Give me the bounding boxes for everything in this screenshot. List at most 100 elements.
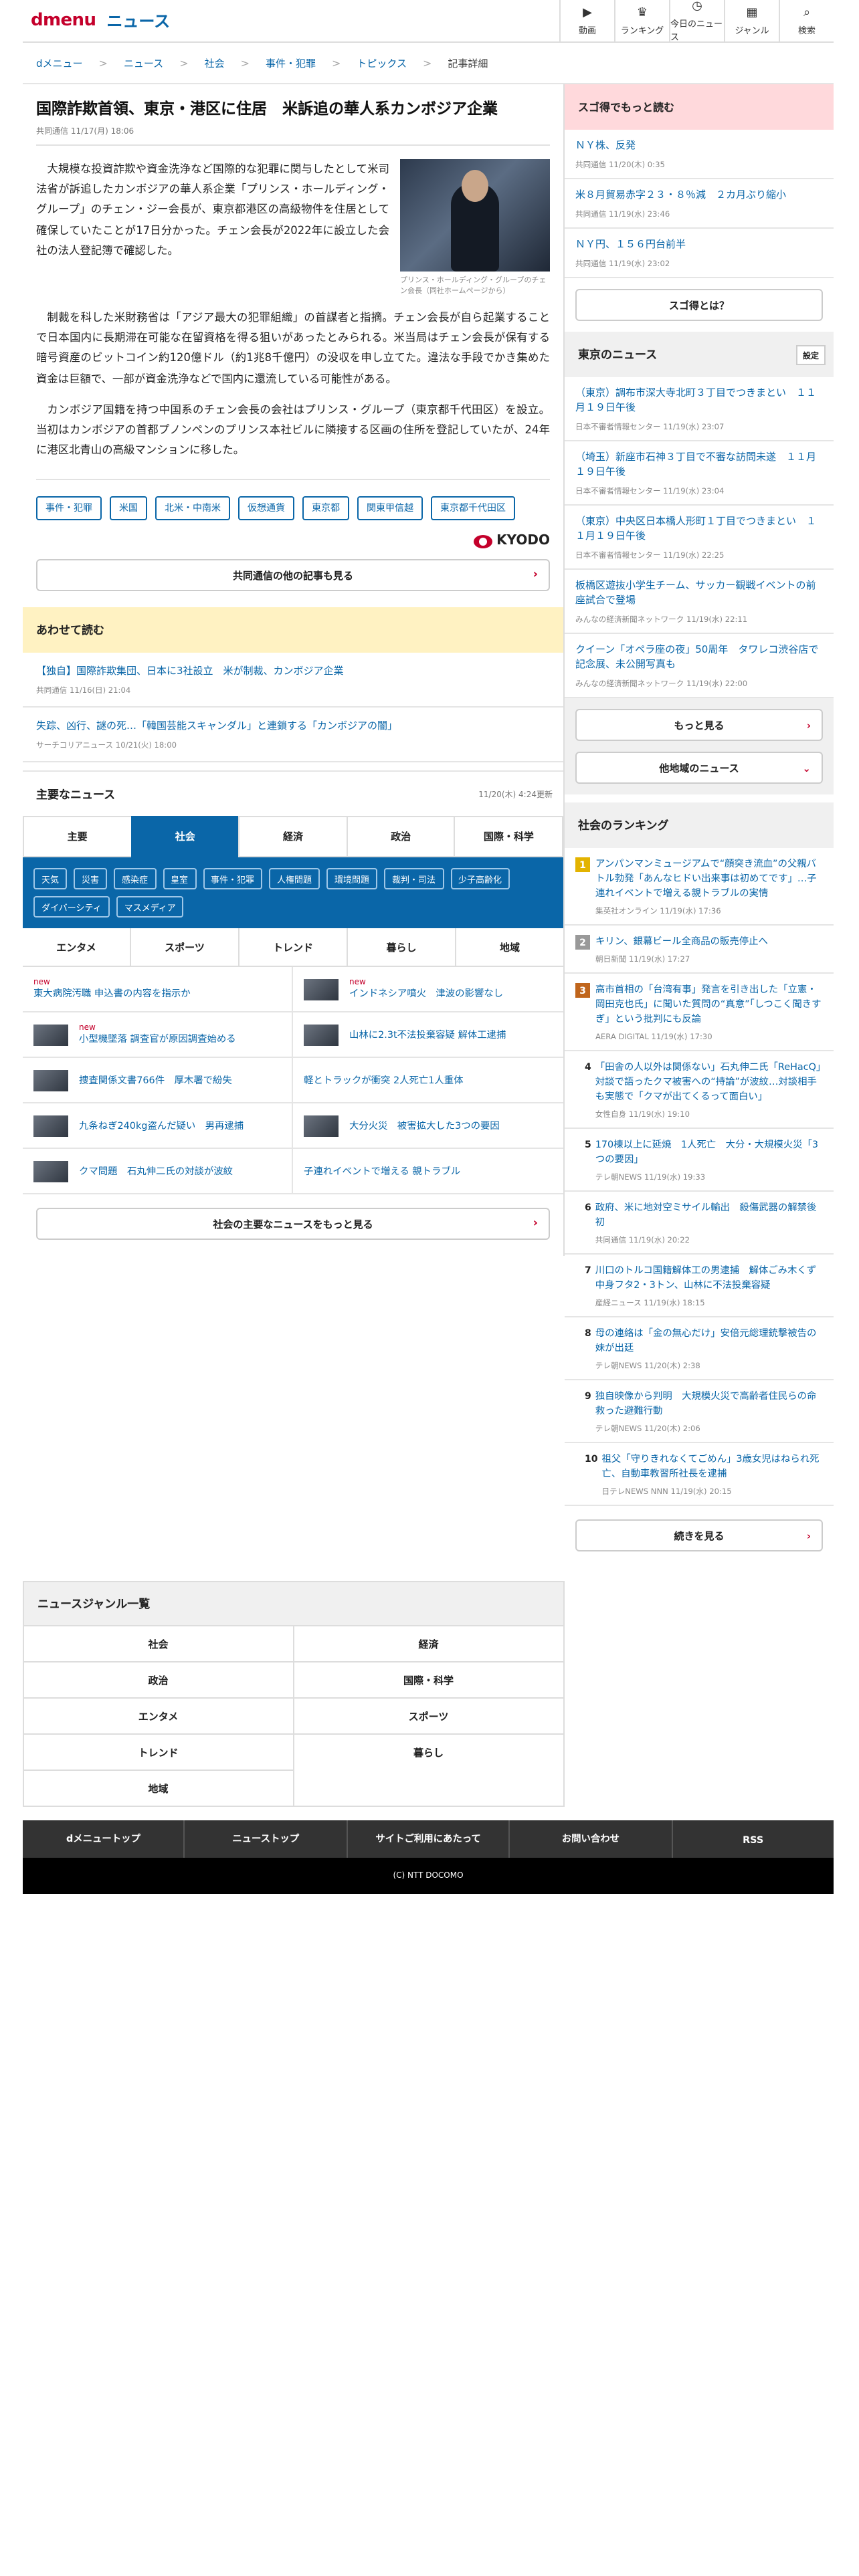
tag[interactable]: 米国 [110, 496, 147, 521]
news-link[interactable]: 九条ねぎ240kg盗んだ疑い 男再逮捕 [79, 1119, 244, 1133]
news-thumbnail[interactable] [33, 1024, 68, 1046]
related-title[interactable]: 失踪、凶行、謎の死…「韓国芸能スキャンダル」と連鎖する「カンボジアの闇」 [36, 719, 550, 734]
tag[interactable]: 東京都千代田区 [431, 496, 515, 521]
ranking-title[interactable]: 川口のトルコ国籍解体工の男逮捕 解体ごみ木くず中身フタ2・3トン、山林に不法投棄… [595, 1263, 823, 1292]
sub-tag[interactable]: 少子高齢化 [450, 868, 510, 890]
news-cell[interactable]: 捜査関係文書766件 厚木署で紛失 [23, 1058, 293, 1104]
sub-tag[interactable]: 環境問題 [326, 868, 377, 890]
news-thumbnail[interactable] [33, 1069, 68, 1091]
tab-society[interactable]: 社会 [130, 816, 239, 858]
news-title[interactable]: 子連れイベントで増える 親トラブル [304, 1165, 460, 1177]
nav-search[interactable]: ⌕ 検索 [779, 0, 834, 42]
tokyo-item[interactable]: 板橋区遊抜小学生チーム、サッカー観戦イベントの前座試合で登場 みんなの経済新聞ネッ… [565, 570, 834, 634]
sub-tag[interactable]: ダイバーシティ [33, 896, 110, 918]
tokyo-settings-button[interactable]: 設定 [795, 344, 826, 364]
sub-tag[interactable]: 災害 [74, 868, 107, 890]
provider-logo[interactable]: KYODO [36, 534, 550, 549]
ranking-title[interactable]: 祖父「守りきれなくてごめん」3歳女児はねられ死亡、自動車教習所社長を逮捕 [602, 1451, 824, 1481]
genre-link[interactable]: 社会 [24, 1625, 294, 1661]
nav-ranking[interactable]: ♛ ランキング [614, 0, 669, 42]
related-item[interactable]: 失踪、凶行、謎の死…「韓国芸能スキャンダル」と連鎖する「カンボジアの闇」 サーチコ… [23, 708, 563, 763]
ranking-title[interactable]: 母の連絡は「金の無心だけ」安倍元総理銃撃被告の妹が出廷 [595, 1325, 823, 1355]
article-photo[interactable]: プリンス・ホールディング・グループのチェン会長（同社ホームページから） [400, 159, 550, 297]
breadcrumb-crime[interactable]: 事件・犯罪 [266, 56, 316, 70]
genre-link[interactable]: 政治 [24, 1661, 294, 1697]
provider-more-button[interactable]: 共同通信の他の記事も見る › [36, 559, 550, 592]
tab-main[interactable]: 主要 [23, 816, 131, 858]
ranking-title[interactable]: 「田舎の人以外は関係ない」石丸伸二氏「ReHacQ」対談で語ったクマ被害への“持… [595, 1059, 823, 1103]
tab-sports[interactable]: スポーツ [131, 928, 240, 966]
genre-link[interactable]: トレンド [24, 1733, 294, 1769]
ranking-item[interactable]: 1 アンパンマンミュージアムで“顔突き流血”の父親バトル勃発「あんなヒドい出来事は… [565, 848, 834, 926]
news-cell[interactable]: 大分火災 被害拡大した3つの要因 [293, 1104, 563, 1150]
sugo-item[interactable]: ＮＹ株、反発 共同通信 11/20(木) 0:35 [565, 130, 834, 179]
tag[interactable]: 北米・中南米 [155, 496, 230, 521]
nav-genre[interactable]: ▦ ジャンル [724, 0, 779, 42]
footer-link[interactable]: dメニュートップ [23, 1820, 185, 1858]
related-title[interactable]: 【独自】国際詐欺集団、日本に3社設立 米が制裁、カンボジア企業 [36, 664, 550, 679]
sub-tag[interactable]: 裁判・司法 [384, 868, 444, 890]
genre-link[interactable]: 経済 [294, 1625, 563, 1661]
tag[interactable]: 関東甲信越 [357, 496, 423, 521]
genre-link[interactable]: 地域 [24, 1769, 294, 1806]
related-item[interactable]: 【独自】国際詐欺集団、日本に3社設立 米が制裁、カンボジア企業 共同通信 11/1… [23, 653, 563, 708]
site-name[interactable]: ニュース [106, 9, 170, 32]
news-thumbnail[interactable] [304, 1024, 339, 1046]
sugo-item[interactable]: ＮＹ円、１５６円台前半 共同通信 11/19(水) 23:02 [565, 229, 834, 278]
news-link[interactable]: new インドネシア噴火 津波の影響なし [349, 978, 503, 1001]
tokyo-item-title[interactable]: （東京）中央区日本橋人形町１丁目でつきまとい １１月１９日午後 [575, 514, 823, 543]
news-thumbnail[interactable] [304, 978, 339, 1000]
news-link[interactable]: 子連れイベントで増える 親トラブル [304, 1165, 460, 1178]
news-link[interactable]: 軽とトラックが衝突 2人死亡1人重体 [304, 1074, 464, 1087]
tag[interactable]: 東京都 [302, 496, 349, 521]
tag[interactable]: 仮想通貨 [238, 496, 294, 521]
ranking-item[interactable]: 2 キリン、銀幕ビール全商品の販売停止へ 朝日新聞 11/19(水) 17:27 [565, 926, 834, 974]
ranking-more-button[interactable]: 続きを見る › [575, 1519, 823, 1551]
news-link[interactable]: new 東大病院汚職 申込書の内容を指示か [33, 978, 191, 1001]
breadcrumb-topics[interactable]: トピックス [357, 56, 407, 70]
tab-trend[interactable]: トレンド [240, 928, 348, 966]
ranking-title[interactable]: キリン、銀幕ビール全商品の販売停止へ [595, 934, 768, 948]
news-title[interactable]: 東大病院汚職 申込書の内容を指示か [33, 988, 191, 1000]
nav-today[interactable]: ◷ 今日のニュース [669, 0, 724, 42]
news-link[interactable]: クマ問題 石丸伸二氏の対談が波紋 [79, 1165, 233, 1178]
breadcrumb-dmenu[interactable]: dメニュー [36, 56, 83, 70]
tab-region[interactable]: 地域 [456, 929, 563, 966]
footer-link[interactable]: ニューストップ [185, 1820, 348, 1858]
ranking-item[interactable]: 8 母の連絡は「金の無心だけ」安倍元総理銃撃被告の妹が出廷 テレ朝NEWS 11/2… [565, 1317, 834, 1380]
genre-link[interactable]: 暮らし [294, 1733, 563, 1769]
ranking-item[interactable]: 4 「田舎の人以外は関係ない」石丸伸二氏「ReHacQ」対談で語ったクマ被害への“… [565, 1051, 834, 1129]
news-thumbnail[interactable] [33, 1160, 68, 1182]
news-cell[interactable]: クマ問題 石丸伸二氏の対談が波紋 [23, 1149, 293, 1195]
tokyo-item[interactable]: （埼玉）新座市石神３丁目で不審な訪問未遂 １１月１９日午後 日本不審者情報センター… [565, 441, 834, 506]
tokyo-item-title[interactable]: 板橋区遊抜小学生チーム、サッカー観戦イベントの前座試合で登場 [575, 578, 823, 607]
tag[interactable]: 事件・犯罪 [36, 496, 102, 521]
news-link[interactable]: 捜査関係文書766件 厚木署で紛失 [79, 1074, 232, 1087]
news-link[interactable]: 大分火災 被害拡大した3つの要因 [349, 1119, 500, 1133]
tab-politics[interactable]: 政治 [346, 816, 454, 858]
ranking-item[interactable]: 10 祖父「守りきれなくてごめん」3歳女児はねられ死亡、自動車教習所社長を逮捕 日テ… [565, 1443, 834, 1506]
news-title[interactable]: 九条ねぎ240kg盗んだ疑い 男再逮捕 [79, 1119, 244, 1132]
ranking-title[interactable]: アンパンマンミュージアムで“顔突き流血”の父親バトル勃発「あんなヒドい出来事は初… [595, 856, 823, 900]
news-thumbnail[interactable] [33, 1115, 68, 1137]
nav-video[interactable]: ▶ 動画 [559, 0, 614, 42]
ranking-item[interactable]: 9 独自映像から判明 大規模火災で高齢者住民らの命救った避難行動 テレ朝NEWS 1… [565, 1380, 834, 1443]
sub-tag[interactable]: 感染症 [114, 868, 156, 890]
tokyo-item-title[interactable]: クイーン「オペラ座の夜」50周年 タワレコ渋谷店で記念展、未公開写真も [575, 642, 823, 671]
footer-link[interactable]: お問い合わせ [510, 1820, 673, 1858]
breadcrumb-news[interactable]: ニュース [124, 56, 163, 70]
ranking-item[interactable]: 6 政府、米に地対空ミサイル輸出 殺傷武器の解禁後初 共同通信 11/19(水) 2… [565, 1192, 834, 1255]
news-title[interactable]: クマ問題 石丸伸二氏の対談が波紋 [79, 1165, 233, 1177]
sub-tag[interactable]: 人権問題 [269, 868, 320, 890]
news-title[interactable]: 山林に2.3t不法投棄容疑 解体工逮捕 [349, 1029, 506, 1041]
sub-tag[interactable]: マスメディア [116, 896, 184, 918]
sub-tag[interactable]: 皇室 [163, 868, 196, 890]
news-title[interactable]: インドネシア噴火 津波の影響なし [349, 988, 503, 1000]
tokyo-item[interactable]: （東京）中央区日本橋人形町１丁目でつきまとい １１月１９日午後 日本不審者情報セン… [565, 506, 834, 570]
sub-tag[interactable]: 天気 [33, 868, 67, 890]
ranking-title[interactable]: 170棟以上に延焼 1人死亡 大分・大規模火災「3つの要因」 [595, 1137, 823, 1166]
tokyo-item[interactable]: クイーン「オペラ座の夜」50周年 タワレコ渋谷店で記念展、未公開写真も みんなの経… [565, 634, 834, 698]
tokyo-more-button[interactable]: もっと見る › [575, 709, 823, 741]
news-link[interactable]: new 小型機墜落 調査官が原因調査始める [79, 1024, 236, 1047]
news-cell[interactable]: 山林に2.3t不法投棄容疑 解体工逮捕 [293, 1013, 563, 1059]
